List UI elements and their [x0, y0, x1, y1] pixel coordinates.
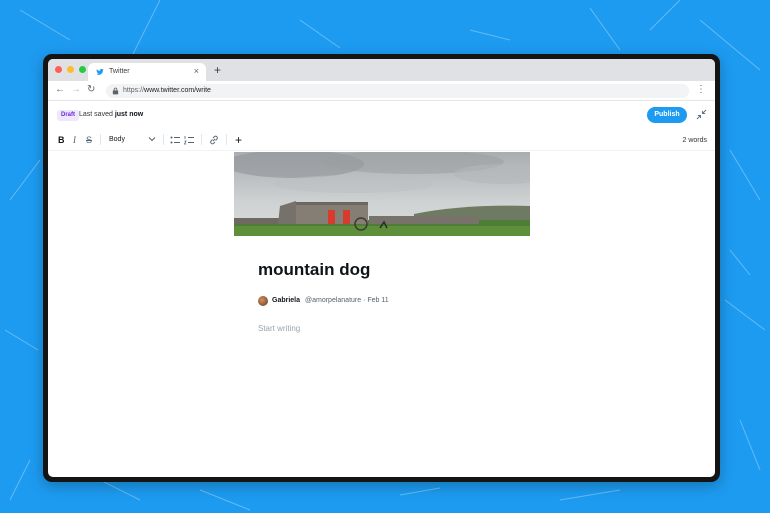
- url-host: www.twitter.com/write: [144, 87, 211, 94]
- article-title[interactable]: mountain dog: [258, 260, 370, 280]
- url-input[interactable]: https://www.twitter.com/write: [106, 84, 689, 98]
- toolbar-divider: [201, 134, 202, 145]
- avatar: [258, 296, 268, 306]
- plus-icon[interactable]: +: [235, 134, 242, 146]
- address-bar: ← → ↻ https://www.twitter.com/write ⋮: [48, 81, 715, 101]
- browser-menu-icon[interactable]: ⋮: [696, 84, 706, 96]
- bold-icon[interactable]: B: [58, 135, 65, 145]
- text-style-select[interactable]: Body: [109, 135, 125, 145]
- link-icon[interactable]: [209, 135, 219, 145]
- author-name: Gabriela: [272, 297, 301, 304]
- url-text: https://www.twitter.com/write: [123, 87, 211, 95]
- formatting-toolbar: B I S Body + 2 words: [48, 129, 715, 151]
- back-arrow-icon[interactable]: ←: [55, 84, 65, 96]
- saved-time: just now: [114, 111, 144, 118]
- browser-window: Twitter × + ← → ↻ https://www.twitter.co…: [48, 59, 715, 477]
- editor-header: Draft Last saved just now Publish: [48, 101, 715, 129]
- reload-icon[interactable]: ↻: [87, 84, 95, 96]
- italic-icon[interactable]: I: [73, 135, 76, 145]
- bullet-list-icon[interactable]: [170, 135, 180, 145]
- collapse-icon[interactable]: [696, 109, 707, 120]
- twitter-bird-icon: [96, 68, 104, 75]
- numbered-list-icon[interactable]: [184, 135, 194, 145]
- author-handle: @amorpelanature · Feb 11: [305, 297, 389, 304]
- browser-tab[interactable]: Twitter ×: [88, 63, 206, 81]
- toolbar-divider: [226, 134, 227, 145]
- cover-image[interactable]: [234, 152, 530, 236]
- strikethrough-icon[interactable]: S: [86, 135, 92, 145]
- new-tab-button[interactable]: +: [214, 63, 221, 77]
- tab-bar: Twitter × +: [48, 59, 715, 81]
- body-input[interactable]: Start writing: [258, 324, 458, 334]
- forward-arrow-icon[interactable]: →: [71, 84, 81, 96]
- minimize-window-button[interactable]: [67, 66, 74, 73]
- laptop-frame: Twitter × + ← → ↻ https://www.twitter.co…: [43, 54, 720, 482]
- chevron-down-icon[interactable]: [148, 134, 156, 144]
- word-count: 2 words: [682, 137, 707, 144]
- maximize-window-button[interactable]: [79, 66, 86, 73]
- save-status: Last saved just now: [79, 110, 143, 119]
- tab-close-icon[interactable]: ×: [194, 67, 199, 76]
- toolbar-divider: [100, 134, 101, 145]
- lock-icon: [112, 87, 119, 95]
- close-window-button[interactable]: [55, 66, 62, 73]
- saved-prefix: Last saved: [79, 111, 113, 118]
- url-protocol: https://: [123, 87, 145, 94]
- tab-title: Twitter: [109, 68, 130, 75]
- publish-button[interactable]: Publish: [647, 107, 687, 123]
- toolbar-divider: [163, 134, 164, 145]
- cover-image-picture: [234, 152, 530, 236]
- window-controls: [55, 66, 86, 73]
- draft-badge: Draft: [57, 110, 80, 121]
